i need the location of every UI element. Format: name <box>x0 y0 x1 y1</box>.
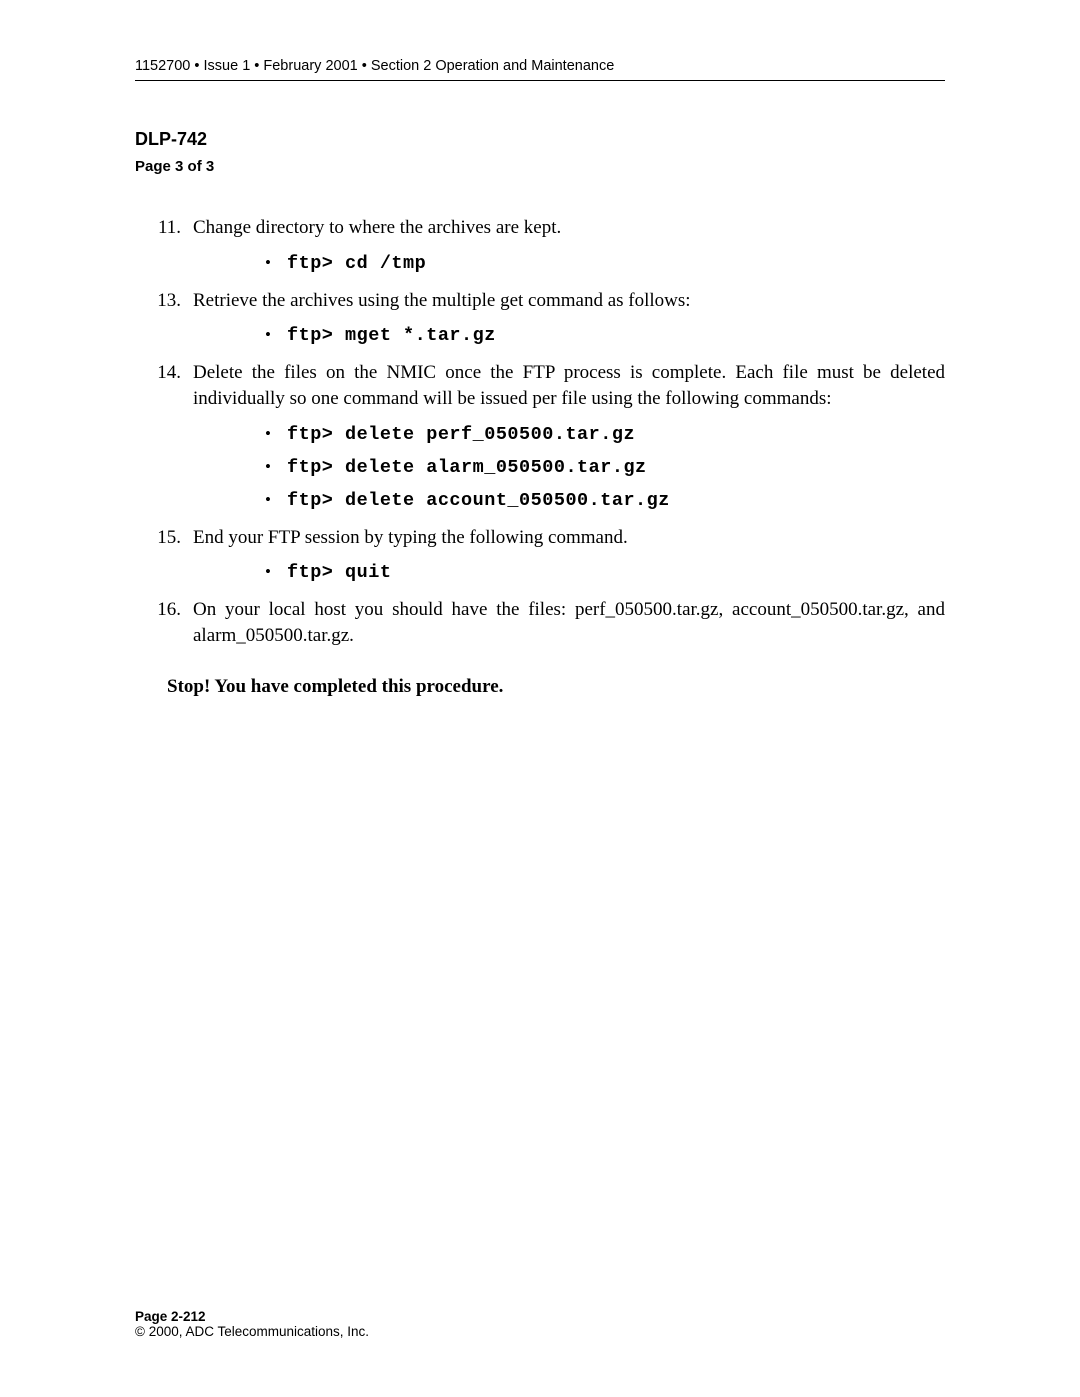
document-code: DLP-742 <box>135 129 945 150</box>
step-number: 11. <box>135 215 193 241</box>
page-footer: Page 2-212 © 2000, ADC Telecommunication… <box>135 1309 369 1339</box>
command-row: • ftp> cd /tmp <box>265 253 945 274</box>
command-row: • ftp> quit <box>265 562 945 583</box>
bullet-icon: • <box>265 563 287 580</box>
step-number: 16. <box>135 597 193 648</box>
step-item: 14. Delete the files on the NMIC once th… <box>135 360 945 411</box>
command-list: • ftp> quit <box>135 562 945 583</box>
footer-copyright: © 2000, ADC Telecommunications, Inc. <box>135 1324 369 1339</box>
step-item: 13. Retrieve the archives using the mult… <box>135 288 945 314</box>
command-text: ftp> cd /tmp <box>287 253 426 274</box>
command-text: ftp> delete perf_050500.tar.gz <box>287 424 635 445</box>
step-number: 15. <box>135 525 193 551</box>
step-item: 16. On your local host you should have t… <box>135 597 945 648</box>
command-text: ftp> quit <box>287 562 391 583</box>
footer-page-number: Page 2-212 <box>135 1309 369 1324</box>
step-text: Change directory to where the archives a… <box>193 215 945 241</box>
bullet-icon: • <box>265 458 287 475</box>
command-text: ftp> delete alarm_050500.tar.gz <box>287 457 647 478</box>
command-row: • ftp> delete perf_050500.tar.gz <box>265 424 945 445</box>
command-row: • ftp> delete account_050500.tar.gz <box>265 490 945 511</box>
step-item: 15. End your FTP session by typing the f… <box>135 525 945 551</box>
step-number: 14. <box>135 360 193 411</box>
step-text: On your local host you should have the f… <box>193 597 945 648</box>
command-list: • ftp> cd /tmp <box>135 253 945 274</box>
command-list: • ftp> delete perf_050500.tar.gz • ftp> … <box>135 424 945 511</box>
completion-notice: Stop! You have completed this procedure. <box>167 676 945 698</box>
procedure-steps: 11. Change directory to where the archiv… <box>135 215 945 648</box>
command-text: ftp> delete account_050500.tar.gz <box>287 490 670 511</box>
command-text: ftp> mget *.tar.gz <box>287 325 496 346</box>
step-item: 11. Change directory to where the archiv… <box>135 215 945 241</box>
step-text: Delete the files on the NMIC once the FT… <box>193 360 945 411</box>
document-page: 1152700 • Issue 1 • February 2001 • Sect… <box>0 0 1080 1397</box>
bullet-icon: • <box>265 326 287 343</box>
step-text: Retrieve the archives using the multiple… <box>193 288 945 314</box>
bullet-icon: • <box>265 491 287 508</box>
bullet-icon: • <box>265 425 287 442</box>
command-list: • ftp> mget *.tar.gz <box>135 325 945 346</box>
running-header: 1152700 • Issue 1 • February 2001 • Sect… <box>135 58 945 81</box>
command-row: • ftp> mget *.tar.gz <box>265 325 945 346</box>
command-row: • ftp> delete alarm_050500.tar.gz <box>265 457 945 478</box>
step-number: 13. <box>135 288 193 314</box>
document-page-indicator: Page 3 of 3 <box>135 158 945 175</box>
step-text: End your FTP session by typing the follo… <box>193 525 945 551</box>
bullet-icon: • <box>265 254 287 271</box>
